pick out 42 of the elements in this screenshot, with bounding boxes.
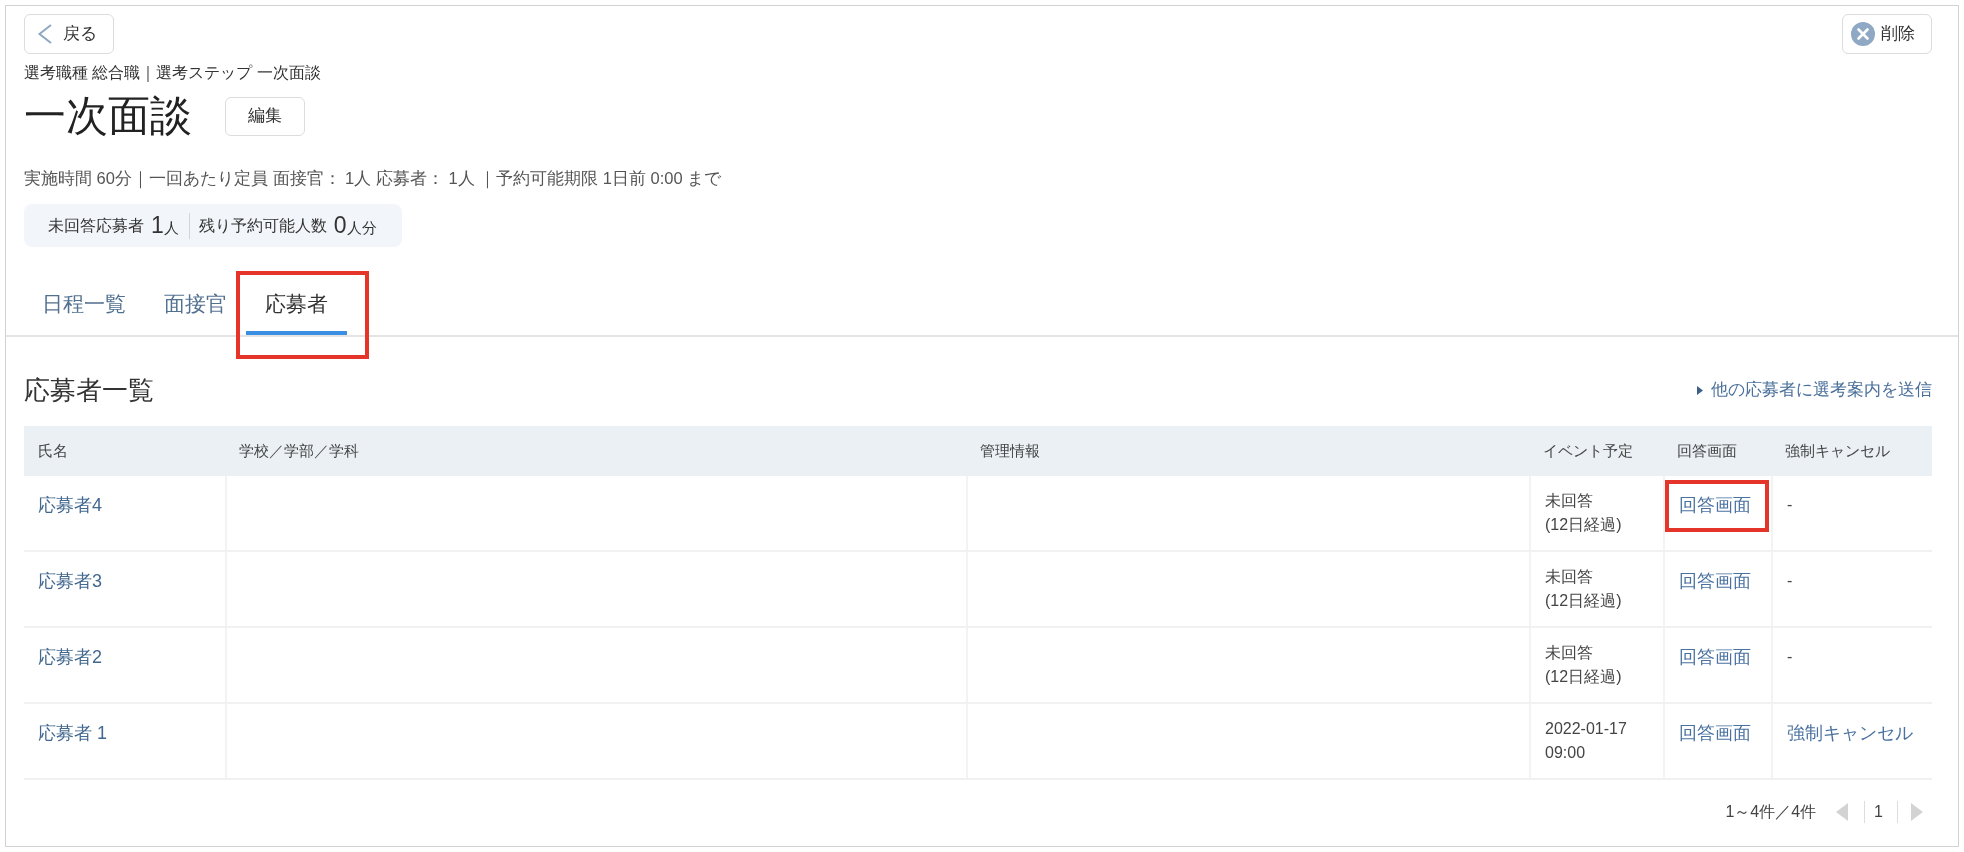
tab[interactable]: 面接官 (145, 278, 246, 335)
stat-value: 1人 (151, 211, 179, 240)
column-header: イベント予定 (1543, 440, 1633, 461)
event-status: 未回答 (12日経過) (1545, 643, 1622, 687)
applicant-name-link[interactable]: 応募者 1 (38, 717, 107, 749)
page-title: 一次面談 (24, 91, 192, 141)
x-circle-icon (1851, 22, 1875, 46)
stat-label: 残り予約可能人数 (198, 215, 327, 236)
column-header: 回答画面 (1677, 440, 1737, 461)
answer-screen-link[interactable]: 回答画面 (1679, 717, 1751, 749)
delete-button[interactable]: 削除 (1842, 14, 1932, 54)
tab[interactable]: 応募者 (246, 278, 347, 335)
answer-screen-link[interactable]: 回答画面 (1679, 641, 1751, 673)
cancel-status: - (1787, 647, 1793, 667)
section-title: 応募者一覧 (24, 374, 154, 407)
event-status: 2022-01-17 09:00 (1545, 719, 1627, 763)
force-cancel-link[interactable]: 強制キャンセル (1787, 717, 1913, 749)
event-status: 未回答 (12日経過) (1545, 567, 1622, 611)
answer-screen-link[interactable]: 回答画面 (1679, 489, 1751, 521)
chevron-left-icon (37, 24, 53, 44)
applicant-name-link[interactable]: 応募者3 (38, 565, 102, 597)
page-button[interactable]: 1 (1874, 801, 1883, 823)
cancel-status: - (1787, 571, 1793, 591)
applicant-name-link[interactable]: 応募者4 (38, 489, 102, 521)
breadcrumb: 選考職種 総合職｜選考ステップ 一次面談 (24, 63, 321, 83)
back-button[interactable]: 戻る (24, 14, 114, 54)
answer-screen-link[interactable]: 回答画面 (1679, 565, 1751, 597)
column-header: 管理情報 (980, 440, 1040, 461)
send-guidance-link[interactable]: 他の応募者に選考案内を送信 (1697, 378, 1932, 402)
stat-value: 0人分 (333, 211, 377, 240)
applicant-name-link[interactable]: 応募者2 (38, 641, 102, 673)
edit-button[interactable]: 編集 (225, 96, 305, 136)
caret-right-icon (1697, 385, 1703, 395)
column-header: 氏名 (38, 440, 68, 461)
interview-details: 実施時間 60分｜一回あたり定員 面接官： 1人 応募者： 1人 ｜予約可能期限 1日前 0:00 まで (24, 168, 722, 189)
tab[interactable]: 日程一覧 (23, 278, 145, 335)
column-header: 学校／学部／学科 (239, 440, 359, 461)
stat-label: 未回答応募者 (48, 215, 144, 236)
column-header: 強制キャンセル (1785, 440, 1890, 461)
event-status: 未回答 (12日経過) (1545, 491, 1622, 535)
cancel-status: - (1787, 495, 1793, 515)
pagination-summary: 1～4件／4件 (1725, 802, 1817, 822)
